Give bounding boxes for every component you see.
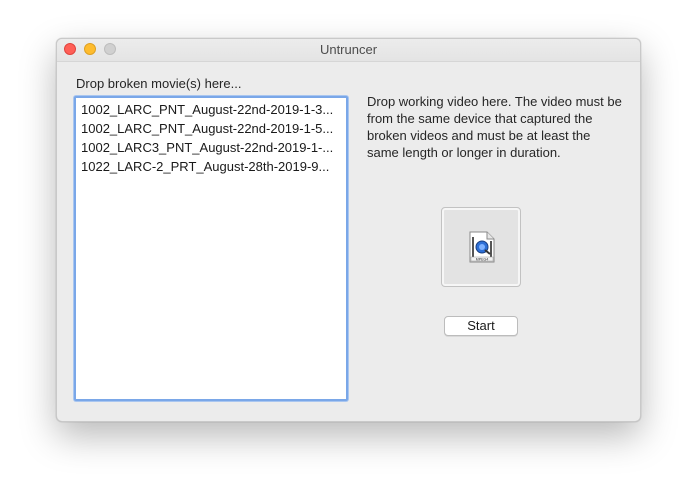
file-type-badge: MPEG4	[476, 257, 489, 261]
working-video-drop-well[interactable]: MPEG4	[441, 207, 521, 287]
mpeg4-movie-file-icon: MPEG4	[469, 231, 495, 263]
untruncer-window: Untruncer Drop broken movie(s) here... 1…	[56, 38, 641, 422]
start-button[interactable]: Start	[444, 316, 518, 336]
list-item[interactable]: 1022_LARC-2_PRT_August-28th-2019-9...	[81, 157, 343, 176]
broken-movies-drop-list[interactable]: 1002_LARC_PNT_August-22nd-2019-1-3... 10…	[74, 96, 348, 401]
window-title: Untruncer	[319, 42, 378, 57]
broken-movies-label: Drop broken movie(s) here...	[76, 76, 242, 91]
list-item[interactable]: 1002_LARC3_PNT_August-22nd-2019-1-...	[81, 138, 343, 157]
list-item[interactable]: 1002_LARC_PNT_August-22nd-2019-1-3...	[81, 100, 343, 119]
list-item[interactable]: 1002_LARC_PNT_August-22nd-2019-1-5...	[81, 119, 343, 138]
title-bar[interactable]: Untruncer	[57, 39, 640, 62]
working-video-instructions: Drop working video here. The video must …	[367, 94, 622, 160]
